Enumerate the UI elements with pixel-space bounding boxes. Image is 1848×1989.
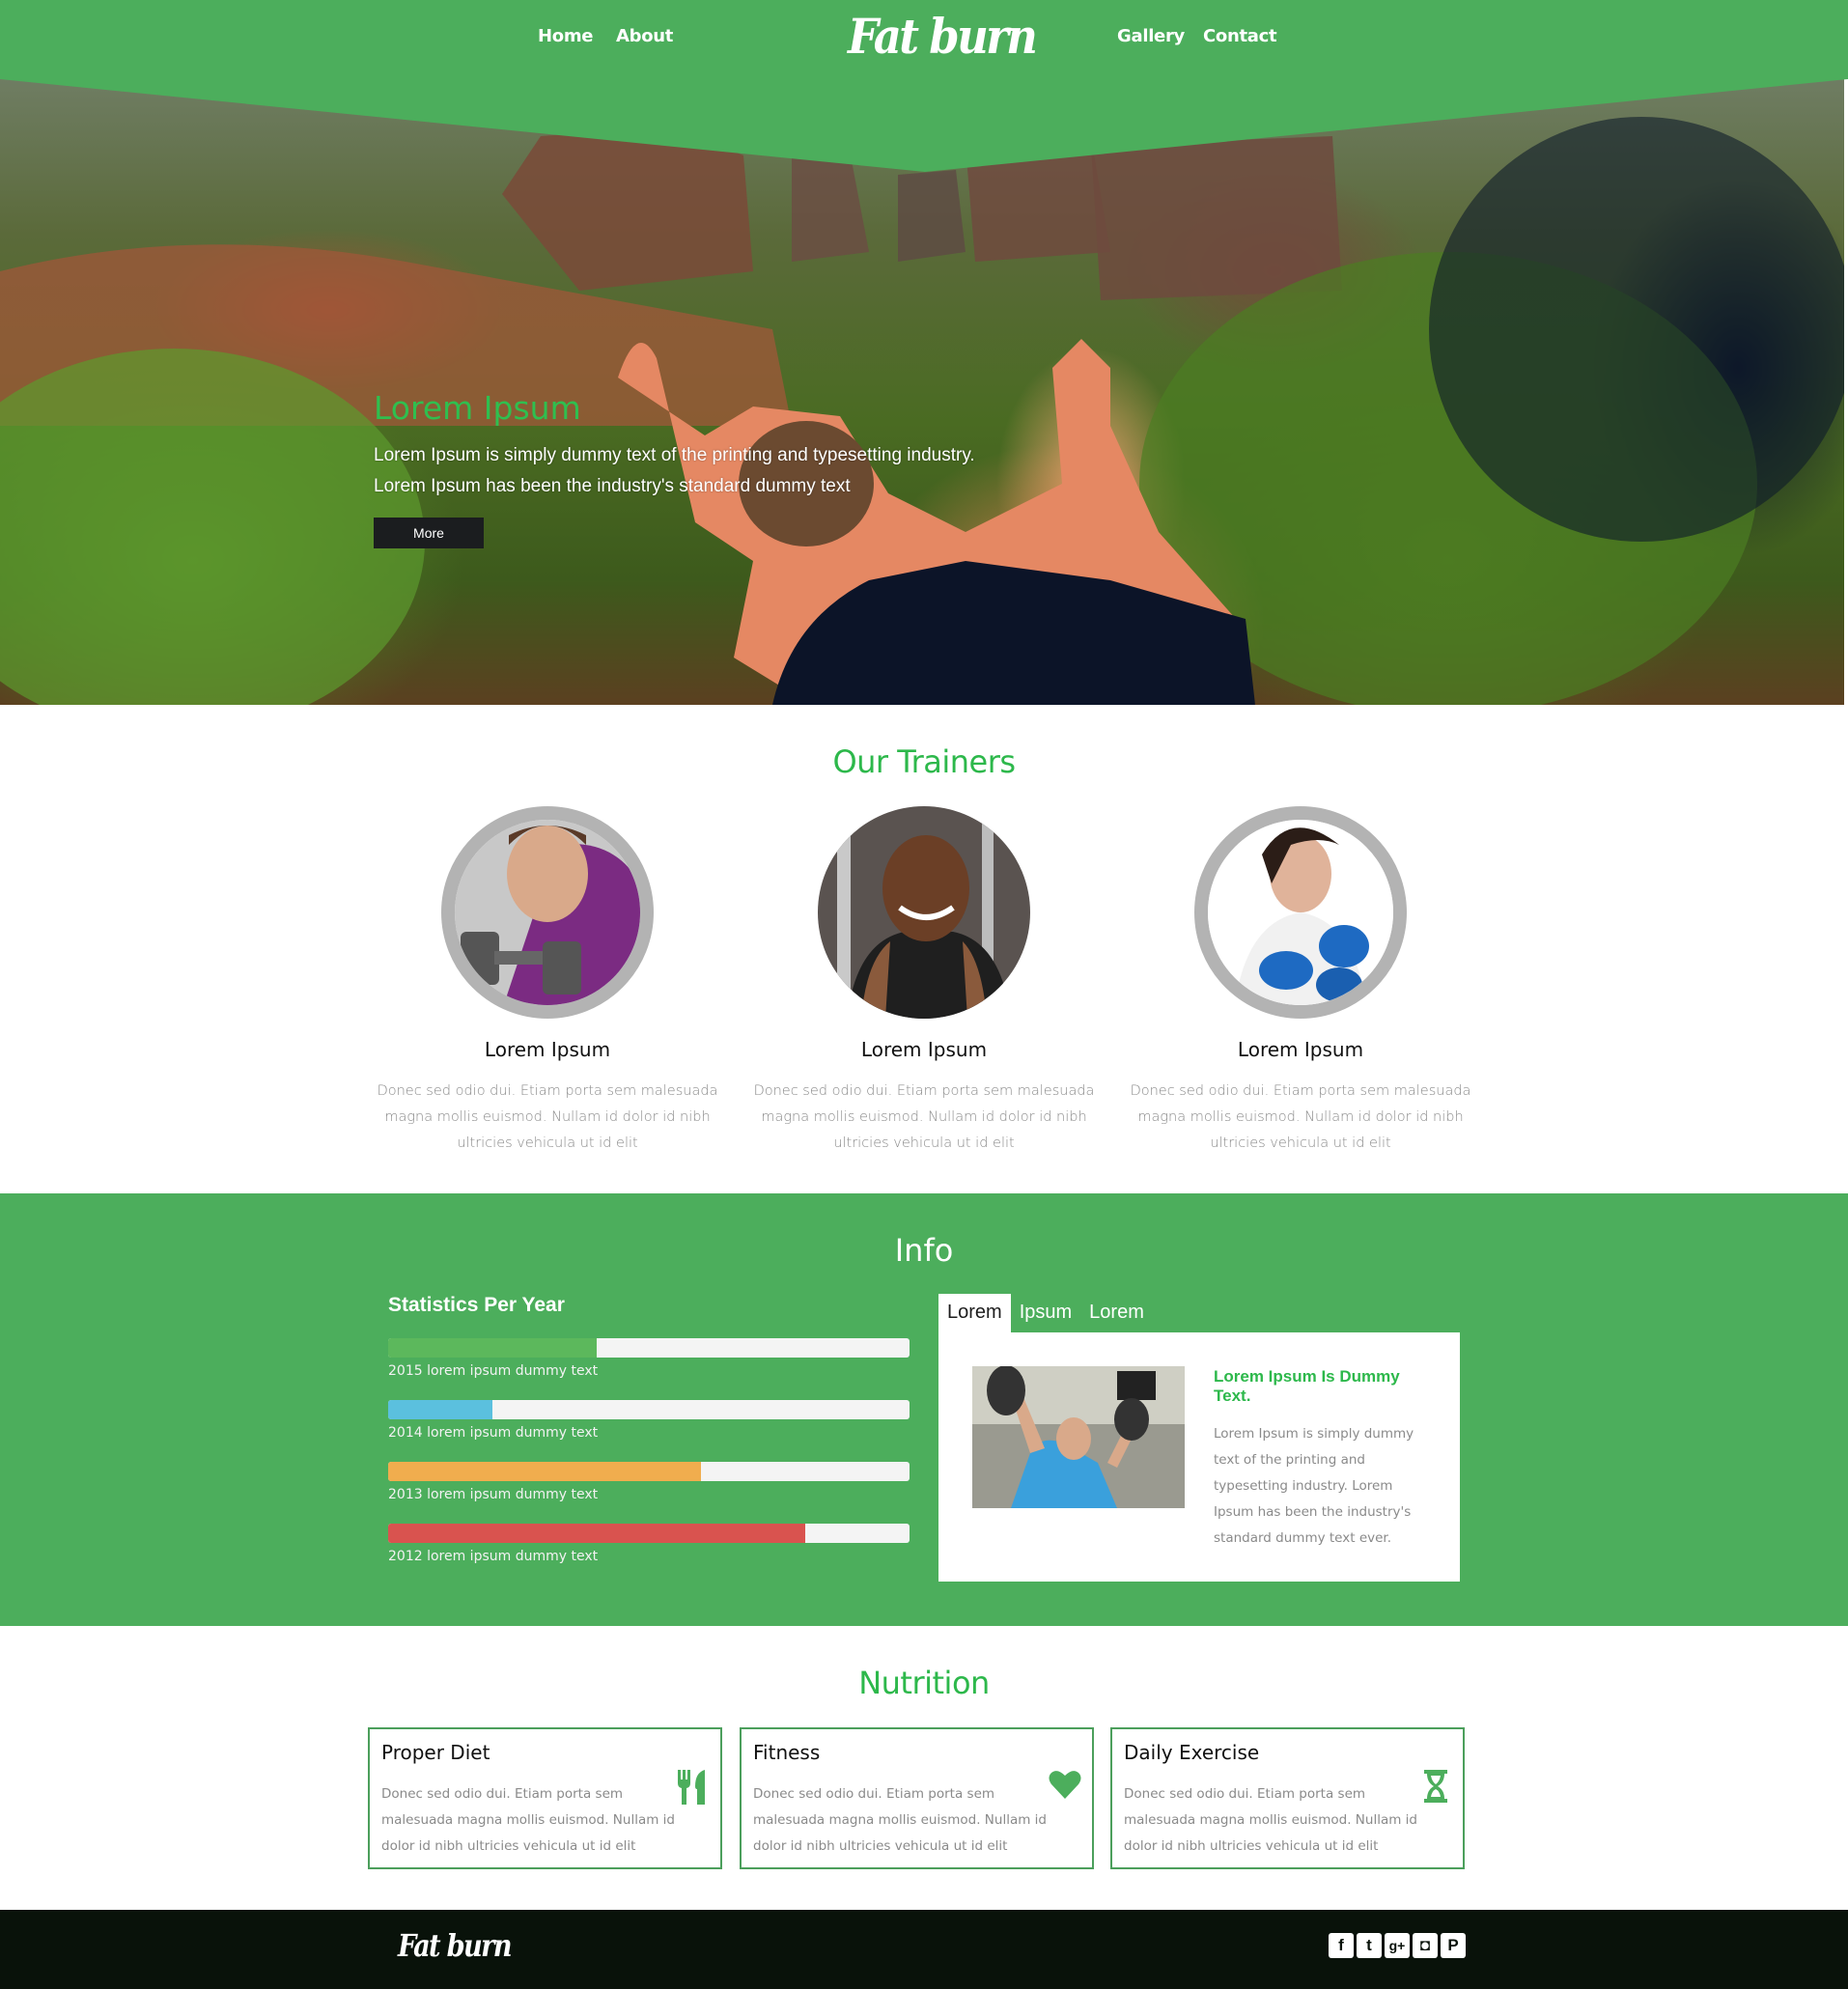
progress-fill [388,1462,701,1481]
progress-fill [388,1524,805,1543]
cutlery-icon [678,1770,705,1805]
panel-heading: Lorem Ipsum Is Dummy Text. [1214,1367,1400,1405]
site-header: Home About Fat burn Gallery Contact [0,0,1848,79]
instagram-icon[interactable]: ◘ [1413,1933,1438,1958]
info-tabs: Lorem Ipsum Lorem [938,1294,1153,1332]
trainers-title: Our Trainers [832,743,1016,780]
trainer-avatar [441,806,654,1019]
more-button[interactable]: More [374,518,484,548]
tab-lorem-2[interactable]: Lorem [1080,1294,1153,1332]
stat-label: 2014 lorem ipsum dummy text [388,1425,599,1441]
hero-title: Lorem Ipsum [374,389,581,427]
progress-bar [388,1524,910,1543]
progress-fill [388,1338,597,1358]
stat-row: 2014 lorem ipsum dummy text [388,1400,910,1441]
info-section: Info Statistics Per Year 2015 lorem ipsu… [0,1193,1848,1626]
progress-bar [388,1462,910,1481]
facebook-icon[interactable]: f [1329,1933,1354,1958]
google-plus-icon[interactable]: g+ [1385,1933,1410,1958]
card-title: Fitness [753,1741,821,1764]
card-text: Donec sed odio dui. Etiam porta sem male… [1124,1786,1417,1854]
progress-fill [388,1400,492,1419]
trainer-description: Donec sed odio dui. Etiam porta sem male… [377,1083,718,1151]
card-text: Donec sed odio dui. Etiam porta sem male… [753,1786,1047,1854]
trainer-name: Lorem Ipsum [860,1038,988,1061]
nutrition-card: Fitness Donec sed odio dui. Etiam porta … [740,1727,1094,1869]
nav-contact[interactable]: Contact [1203,26,1277,46]
footer-logo[interactable]: Fat burn [398,1927,512,1964]
tab-panel: Lorem Ipsum Is Dummy Text. Lorem Ipsum i… [938,1332,1460,1582]
progress-bar [388,1338,910,1358]
heart-icon [1049,1771,1081,1799]
site-logo[interactable]: Fat burn [848,8,1038,65]
card-title: Daily Exercise [1124,1741,1260,1764]
trainer-description: Donec sed odio dui. Etiam porta sem male… [1130,1083,1471,1151]
stats-title: Statistics Per Year [388,1294,565,1316]
card-title: Proper Diet [381,1741,490,1764]
hero-text-line-1: Lorem Ipsum is simply dummy text of the … [374,445,975,465]
header-chevron-shape [0,78,1848,172]
trainer-description: Donec sed odio dui. Etiam porta sem male… [753,1083,1095,1151]
nav-home[interactable]: Home [538,26,594,46]
trainer-name: Lorem Ipsum [484,1038,611,1061]
nutrition-card: Proper Diet Donec sed odio dui. Etiam po… [368,1727,722,1869]
tab-lorem-1[interactable]: Lorem [938,1294,1011,1332]
site-footer: Fat burn f t g+ ◘ P [0,1910,1848,1989]
hero-text: Lorem Ipsum is simply dummy text of the … [374,440,975,502]
pinterest-icon[interactable]: P [1441,1933,1466,1958]
hero-content: Lorem Ipsum Lorem Ipsum is simply dummy … [374,389,975,548]
stat-label: 2013 lorem ipsum dummy text [388,1487,599,1502]
social-links: f t g+ ◘ P [1329,1933,1466,1958]
nav-gallery[interactable]: Gallery [1117,26,1185,46]
panel-text: Lorem Ipsum is simply dummy text of the … [1214,1426,1414,1546]
stat-row: 2012 lorem ipsum dummy text [388,1524,910,1564]
stat-label: 2012 lorem ipsum dummy text [388,1549,599,1564]
trainer-avatar [1194,806,1407,1019]
panel-image [972,1366,1185,1508]
info-title: Info [894,1232,954,1269]
nav-about[interactable]: About [616,26,673,46]
twitter-icon[interactable]: t [1357,1933,1382,1958]
stat-row: 2013 lorem ipsum dummy text [388,1462,910,1502]
trainer-card: Lorem Ipsum Donec sed odio dui. Etiam po… [1112,806,1489,1157]
nutrition-card: Daily Exercise Donec sed odio dui. Etiam… [1110,1727,1465,1869]
trainer-name: Lorem Ipsum [1237,1038,1364,1061]
stat-row: 2015 lorem ipsum dummy text [388,1338,910,1379]
trainer-card: Lorem Ipsum Donec sed odio dui. Etiam po… [736,806,1112,1157]
trainer-avatar [818,806,1030,1019]
stat-label: 2015 lorem ipsum dummy text [388,1363,599,1379]
nutrition-title: Nutrition [858,1665,990,1701]
hero-text-line-2: Lorem Ipsum has been the industry's stan… [374,476,851,496]
tab-ipsum[interactable]: Ipsum [1011,1294,1080,1332]
card-text: Donec sed odio dui. Etiam porta sem male… [381,1786,675,1854]
hourglass-icon [1424,1770,1447,1803]
trainer-card: Lorem Ipsum Donec sed odio dui. Etiam po… [359,806,736,1157]
progress-bar [388,1400,910,1419]
